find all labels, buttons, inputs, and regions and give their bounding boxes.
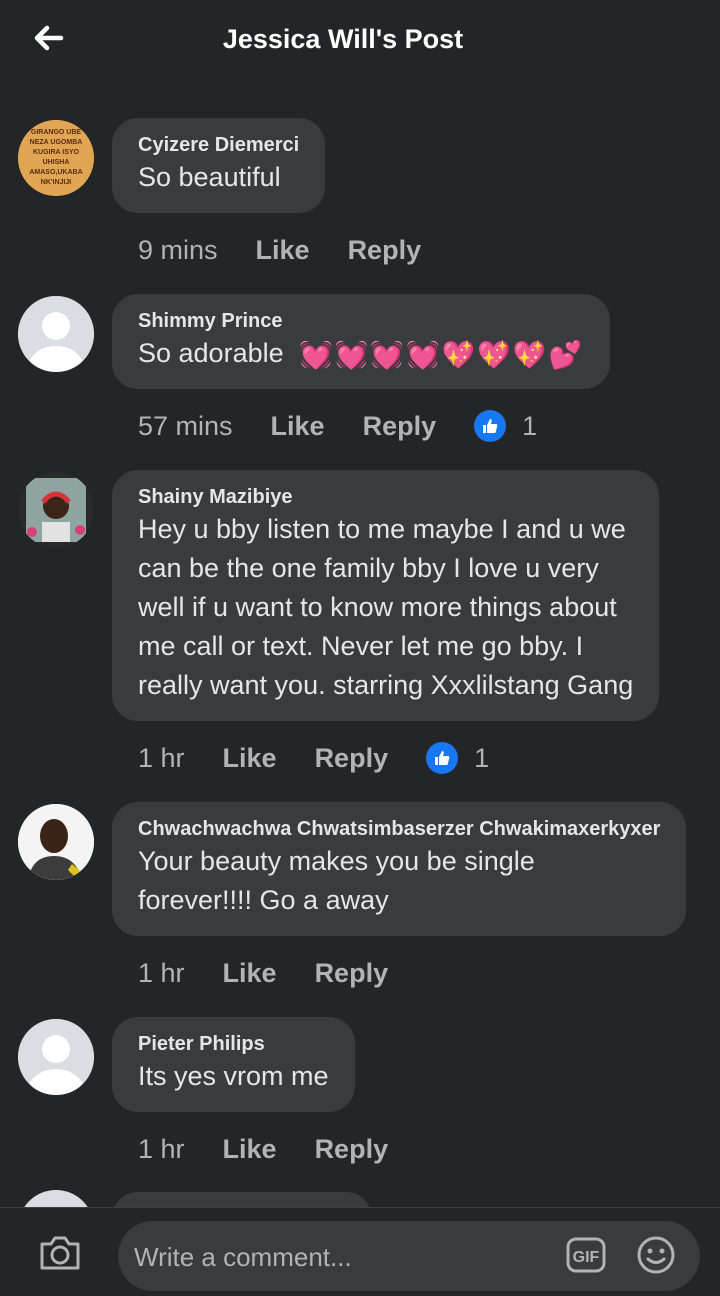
heart-emoji: 💓 — [299, 339, 333, 370]
like-button[interactable]: Like — [223, 743, 277, 774]
svg-text:GIF: GIF — [573, 1249, 600, 1266]
like-button[interactable]: Like — [223, 1134, 277, 1165]
commenter-name[interactable]: Shainy Mazibiye — [138, 484, 633, 510]
reaction-number: 1 — [474, 742, 490, 773]
avatar[interactable] — [18, 472, 94, 548]
comment-text: Its yes vrom me — [138, 1061, 329, 1091]
comment-text-line: forever!!!! Go a away — [138, 885, 389, 915]
comment-text: So beautiful — [138, 162, 281, 192]
reaction-number: 1 — [522, 410, 538, 441]
svg-text:AMASO,UKABA: AMASO,UKABA — [29, 169, 82, 176]
comment-bubble[interactable]: Cyizere Diemerci So beautiful — [112, 118, 326, 213]
like-button[interactable]: Like — [256, 235, 310, 266]
commenter-name[interactable]: Chwachwachwa Chwatsimbaserzer Chwakimaxe… — [138, 816, 660, 842]
comment-text-line: Hey u bby listen to me maybe I and u we — [138, 514, 626, 544]
comment-text-line: can be the one family bby I love u very — [138, 553, 599, 583]
comment-text-content: So adorable — [138, 338, 284, 368]
heart-emoji: 💓 — [370, 339, 405, 370]
avatar[interactable] — [18, 1019, 94, 1095]
svg-text:KUGIRA ISYO: KUGIRA ISYO — [33, 149, 80, 156]
commenter-name[interactable]: Shimmy Prince — [138, 308, 584, 334]
heart-emoji: 💕 — [548, 339, 583, 370]
commenter-name[interactable]: Pieter Philips — [138, 1031, 329, 1057]
svg-text:UHISHA: UHISHA — [43, 159, 70, 166]
avatar[interactable] — [18, 296, 94, 372]
like-button[interactable]: Like — [271, 411, 325, 442]
reaction-count[interactable]: 1 — [474, 410, 537, 442]
svg-text:NEZA UGOMBA: NEZA UGOMBA — [30, 139, 83, 146]
heart-emoji: 💖 — [477, 339, 511, 370]
emoji-smile-icon[interactable] — [636, 1235, 676, 1280]
reply-button[interactable]: Reply — [363, 411, 437, 442]
reply-button[interactable]: Reply — [348, 235, 422, 266]
heart-emoji: 💓 — [406, 339, 440, 370]
svg-text:GIRANGO UBE: GIRANGO UBE — [31, 129, 82, 136]
heart-emoji: 💖 — [441, 339, 476, 370]
comment-time: 9 mins — [138, 234, 218, 265]
heart-emoji: 💖 — [512, 339, 547, 370]
reply-button[interactable]: Reply — [315, 1134, 389, 1165]
comment-input-container[interactable]: GIF — [118, 1221, 700, 1293]
comment-actions: 9 mins Like Reply — [138, 230, 459, 270]
comment-actions: 1 hr Like Reply — [138, 1129, 426, 1169]
comment-text-line: Your beauty makes you be single — [138, 846, 535, 876]
page-title: Jessica Will's Post — [222, 24, 464, 54]
like-button[interactable]: Like — [223, 958, 277, 989]
comment-text-line: really want you. starring Xxxlilstang Ga… — [138, 670, 634, 700]
comment-actions: 1 hr Like Reply 1 — [138, 738, 489, 778]
camera-icon[interactable] — [38, 1234, 82, 1277]
comment-time: 1 hr — [138, 957, 185, 988]
comment-text-line: me call or text. Never let me go bby. I — [138, 631, 584, 661]
comment-time: 1 hr — [138, 742, 185, 773]
commenter-name[interactable]: Cyizere Diemerci — [138, 132, 299, 158]
reply-button[interactable]: Reply — [315, 958, 389, 989]
heart-emoji: 💓 — [334, 339, 369, 370]
comment-actions: 1 hr Like Reply — [138, 953, 426, 993]
heart-emojis: 💓 💓 💓 💓 💖 💖 💖 💕 — [299, 340, 584, 370]
comment-time: 57 mins — [138, 410, 233, 441]
reply-button[interactable]: Reply — [315, 743, 389, 774]
comment-input[interactable] — [132, 1221, 556, 1293]
comment-text: So adorable 💓 💓 💓 💓 💖 💖 💖 💕 — [138, 334, 584, 373]
comment-composer: GIF — [0, 1207, 720, 1296]
comment-actions: 57 mins Like Reply 1 — [138, 406, 537, 446]
svg-text:NK'INJIJI: NK'INJIJI — [41, 179, 72, 186]
comment-bubble[interactable]: Pieter Philips Its yes vrom me — [112, 1017, 355, 1112]
comment-bubble[interactable]: Shimmy Prince So adorable 💓 💓 💓 💓 💖 💖 💖 … — [112, 294, 611, 389]
comment-bubble[interactable]: Shainy Mazibiye Hey u bby listen to me m… — [112, 470, 660, 721]
gif-icon[interactable]: GIF — [566, 1237, 606, 1273]
avatar[interactable]: GIRANGO UBE NEZA UGOMBA KUGIRA ISYO UHIS… — [18, 120, 94, 196]
comment-bubble[interactable]: Chwachwachwa Chwatsimbaserzer Chwakimaxe… — [112, 802, 687, 936]
reaction-count[interactable]: 1 — [426, 742, 489, 774]
header: Jessica Will's Post — [0, 0, 720, 82]
avatar[interactable] — [18, 804, 94, 880]
thumbs-up-icon — [474, 410, 507, 442]
comment-time: 1 hr — [138, 1133, 185, 1164]
thumbs-up-icon — [426, 742, 459, 774]
comment-text-line: well if u want to know more things about — [138, 592, 617, 622]
